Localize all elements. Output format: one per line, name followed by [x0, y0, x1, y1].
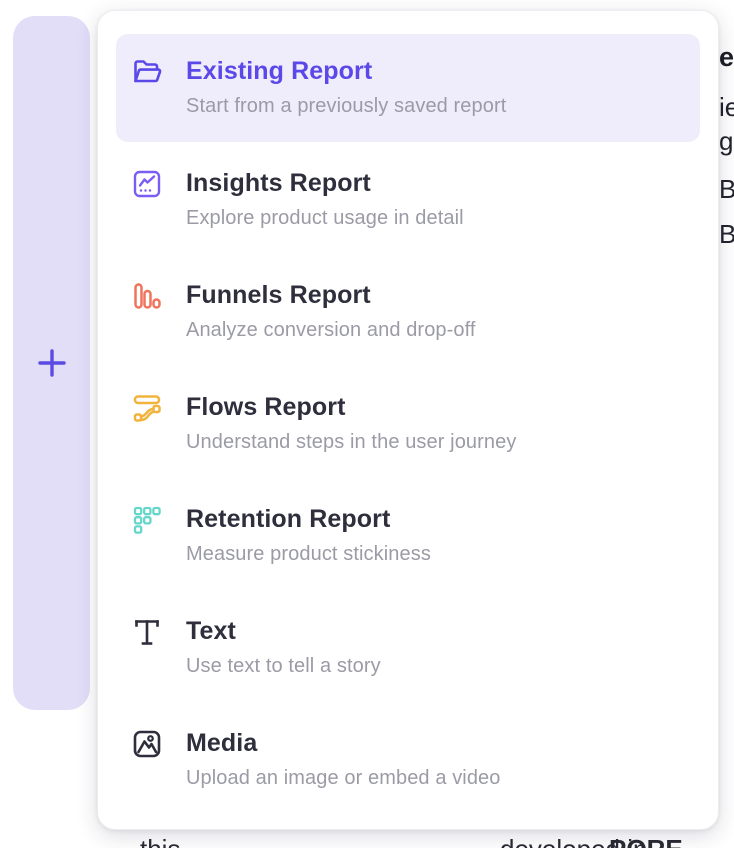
add-item-rail[interactable] [13, 16, 90, 710]
menu-item-title: Flows Report [186, 392, 516, 422]
menu-item-description: Analyze conversion and drop-off [186, 319, 476, 342]
menu-item-title: Insights Report [186, 168, 464, 198]
media-image-icon [130, 727, 164, 761]
clipped-background-text: ie [719, 94, 734, 120]
menu-item-flows-report[interactable]: Flows Report Understand steps in the use… [116, 370, 700, 478]
plus-icon [37, 348, 67, 378]
menu-item-existing-report[interactable]: Existing Report Start from a previously … [116, 34, 700, 142]
retention-grid-icon [130, 503, 164, 537]
create-report-menu: Existing Report Start from a previously … [97, 10, 719, 830]
menu-item-title: Existing Report [186, 56, 506, 86]
funnel-bars-icon [130, 279, 164, 313]
menu-item-description: Upload an image or embed a video [186, 767, 501, 790]
flows-icon [130, 391, 164, 425]
menu-item-title: Media [186, 728, 501, 758]
menu-item-description: Explore product usage in detail [186, 207, 464, 230]
text-icon [130, 615, 164, 649]
menu-item-title: Retention Report [186, 504, 431, 534]
menu-item-title: Funnels Report [186, 280, 476, 310]
menu-item-text[interactable]: Text Use text to tell a story [116, 594, 700, 702]
menu-item-insights-report[interactable]: Insights Report Explore product usage in… [116, 146, 700, 254]
clipped-background-text: this [140, 835, 180, 848]
clipped-background-text: PORE [609, 835, 683, 848]
insights-chart-icon [130, 167, 164, 201]
clipped-background-text: B [719, 221, 734, 247]
menu-item-retention-report[interactable]: Retention Report Measure product stickin… [116, 482, 700, 590]
menu-item-description: Start from a previously saved report [186, 95, 506, 118]
menu-item-description: Use text to tell a story [186, 655, 381, 678]
clipped-background-text: ex [719, 44, 734, 71]
clipped-background-text: B [719, 176, 734, 202]
menu-item-media[interactable]: Media Upload an image or embed a video [116, 706, 700, 814]
clipped-background-text: gB [719, 128, 734, 154]
menu-item-title: Text [186, 616, 381, 646]
menu-item-description: Measure product stickiness [186, 543, 431, 566]
folder-open-icon [130, 55, 164, 89]
menu-item-description: Understand steps in the user journey [186, 431, 516, 454]
menu-item-funnels-report[interactable]: Funnels Report Analyze conversion and dr… [116, 258, 700, 366]
